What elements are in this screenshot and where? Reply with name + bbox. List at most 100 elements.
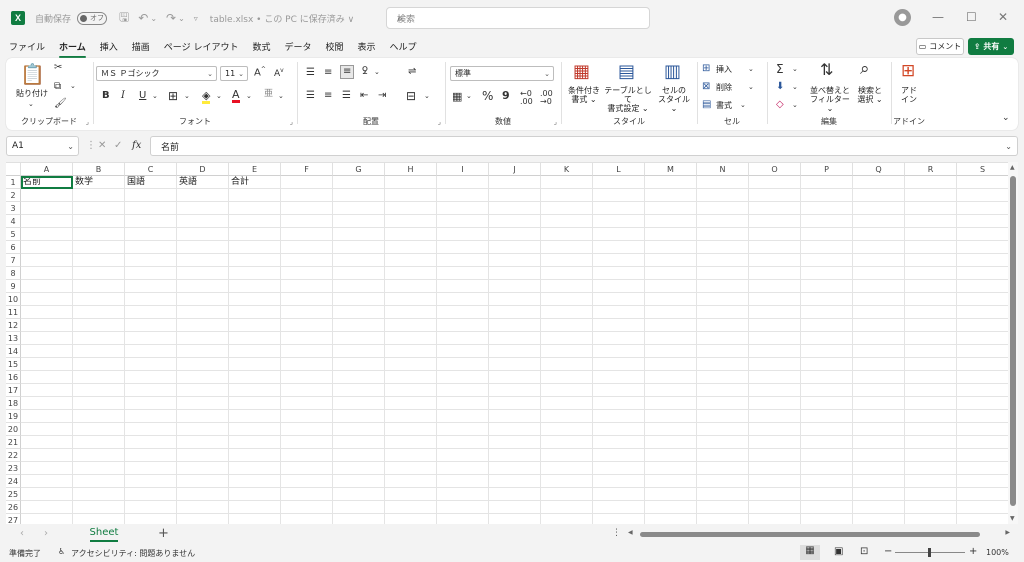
- cell-O11[interactable]: [749, 306, 801, 319]
- row-header[interactable]: 27: [6, 514, 21, 524]
- copy-dropdown-icon[interactable]: ⌄: [70, 83, 76, 90]
- cell-P23[interactable]: [801, 462, 853, 475]
- enter-icon[interactable]: ✓: [114, 140, 122, 151]
- column-header[interactable]: S: [957, 163, 1009, 176]
- cell-M20[interactable]: [645, 423, 697, 436]
- cell-A13[interactable]: [21, 332, 73, 345]
- cell-E6[interactable]: [229, 241, 281, 254]
- cell-N14[interactable]: [697, 345, 749, 358]
- cell-Q19[interactable]: [853, 410, 905, 423]
- cell-G7[interactable]: [333, 254, 385, 267]
- cell-H14[interactable]: [385, 345, 437, 358]
- comment-button[interactable]: ▭ コメント: [916, 38, 964, 55]
- delete-cells-icon[interactable]: ⊠: [702, 82, 710, 92]
- cell-F20[interactable]: [281, 423, 333, 436]
- cell-R19[interactable]: [905, 410, 957, 423]
- cell-P6[interactable]: [801, 241, 853, 254]
- cell-O13[interactable]: [749, 332, 801, 345]
- cell-Q26[interactable]: [853, 501, 905, 514]
- fill-dropdown-icon[interactable]: ⌄: [792, 84, 798, 91]
- font-color-dropdown-icon[interactable]: ⌄: [246, 93, 252, 100]
- cell-B25[interactable]: [73, 488, 125, 501]
- cell-E15[interactable]: [229, 358, 281, 371]
- cell-R21[interactable]: [905, 436, 957, 449]
- cell-O7[interactable]: [749, 254, 801, 267]
- border-dropdown-icon[interactable]: ⌄: [184, 93, 190, 100]
- cell-R4[interactable]: [905, 215, 957, 228]
- cell-M26[interactable]: [645, 501, 697, 514]
- cell-I17[interactable]: [437, 384, 489, 397]
- cell-F25[interactable]: [281, 488, 333, 501]
- cell-S11[interactable]: [957, 306, 1009, 319]
- cell-J21[interactable]: [489, 436, 541, 449]
- cell-I10[interactable]: [437, 293, 489, 306]
- cell-H13[interactable]: [385, 332, 437, 345]
- cell-G11[interactable]: [333, 306, 385, 319]
- cell-M21[interactable]: [645, 436, 697, 449]
- close-icon[interactable]: ✕: [998, 10, 1008, 24]
- decrease-decimal-icon[interactable]: .00 →0: [540, 90, 553, 106]
- cell-A15[interactable]: [21, 358, 73, 371]
- cell-P12[interactable]: [801, 319, 853, 332]
- cell-S9[interactable]: [957, 280, 1009, 293]
- cell-K6[interactable]: [541, 241, 593, 254]
- increase-indent-icon[interactable]: ⇥: [378, 91, 386, 101]
- cell-E24[interactable]: [229, 475, 281, 488]
- cell-I2[interactable]: [437, 189, 489, 202]
- cell-D10[interactable]: [177, 293, 229, 306]
- cell-K16[interactable]: [541, 371, 593, 384]
- cell-N26[interactable]: [697, 501, 749, 514]
- cell-M13[interactable]: [645, 332, 697, 345]
- cell-styles-button[interactable]: セルの スタイル ⌄: [654, 86, 694, 114]
- undo-dropdown-icon[interactable]: ⌄: [150, 14, 157, 23]
- tab-home[interactable]: ホーム: [59, 40, 86, 58]
- cell-A21[interactable]: [21, 436, 73, 449]
- cell-B22[interactable]: [73, 449, 125, 462]
- cell-R9[interactable]: [905, 280, 957, 293]
- cell-L23[interactable]: [593, 462, 645, 475]
- cell-C14[interactable]: [125, 345, 177, 358]
- cell-J12[interactable]: [489, 319, 541, 332]
- cell-A20[interactable]: [21, 423, 73, 436]
- cell-I1[interactable]: [437, 176, 489, 189]
- font-name-select[interactable]: ＭＳ Ｐゴシック ⌄: [96, 66, 217, 81]
- cell-I11[interactable]: [437, 306, 489, 319]
- cell-L9[interactable]: [593, 280, 645, 293]
- paste-button[interactable]: 貼り付け: [14, 89, 50, 98]
- cell-K1[interactable]: [541, 176, 593, 189]
- cell-B13[interactable]: [73, 332, 125, 345]
- cell-E18[interactable]: [229, 397, 281, 410]
- cell-M8[interactable]: [645, 267, 697, 280]
- cell-S13[interactable]: [957, 332, 1009, 345]
- row-header[interactable]: 8: [6, 267, 21, 280]
- cell-R8[interactable]: [905, 267, 957, 280]
- cell-M23[interactable]: [645, 462, 697, 475]
- formula-input[interactable]: 名前 ⌄: [150, 136, 1018, 156]
- cell-Q21[interactable]: [853, 436, 905, 449]
- cell-I12[interactable]: [437, 319, 489, 332]
- cell-S24[interactable]: [957, 475, 1009, 488]
- cell-D5[interactable]: [177, 228, 229, 241]
- cell-E11[interactable]: [229, 306, 281, 319]
- cell-H4[interactable]: [385, 215, 437, 228]
- cell-S25[interactable]: [957, 488, 1009, 501]
- cell-G5[interactable]: [333, 228, 385, 241]
- vertical-scrollbar[interactable]: ▲ ▼: [1008, 162, 1018, 524]
- cell-G10[interactable]: [333, 293, 385, 306]
- cell-G16[interactable]: [333, 371, 385, 384]
- cell-A25[interactable]: [21, 488, 73, 501]
- column-header[interactable]: M: [645, 163, 697, 176]
- cell-H12[interactable]: [385, 319, 437, 332]
- cell-H23[interactable]: [385, 462, 437, 475]
- cell-R15[interactable]: [905, 358, 957, 371]
- cell-I7[interactable]: [437, 254, 489, 267]
- cell-G12[interactable]: [333, 319, 385, 332]
- cell-F8[interactable]: [281, 267, 333, 280]
- cell-M22[interactable]: [645, 449, 697, 462]
- cell-Q13[interactable]: [853, 332, 905, 345]
- cell-N7[interactable]: [697, 254, 749, 267]
- cell-P27[interactable]: [801, 514, 853, 524]
- cell-M15[interactable]: [645, 358, 697, 371]
- cell-J13[interactable]: [489, 332, 541, 345]
- cell-H7[interactable]: [385, 254, 437, 267]
